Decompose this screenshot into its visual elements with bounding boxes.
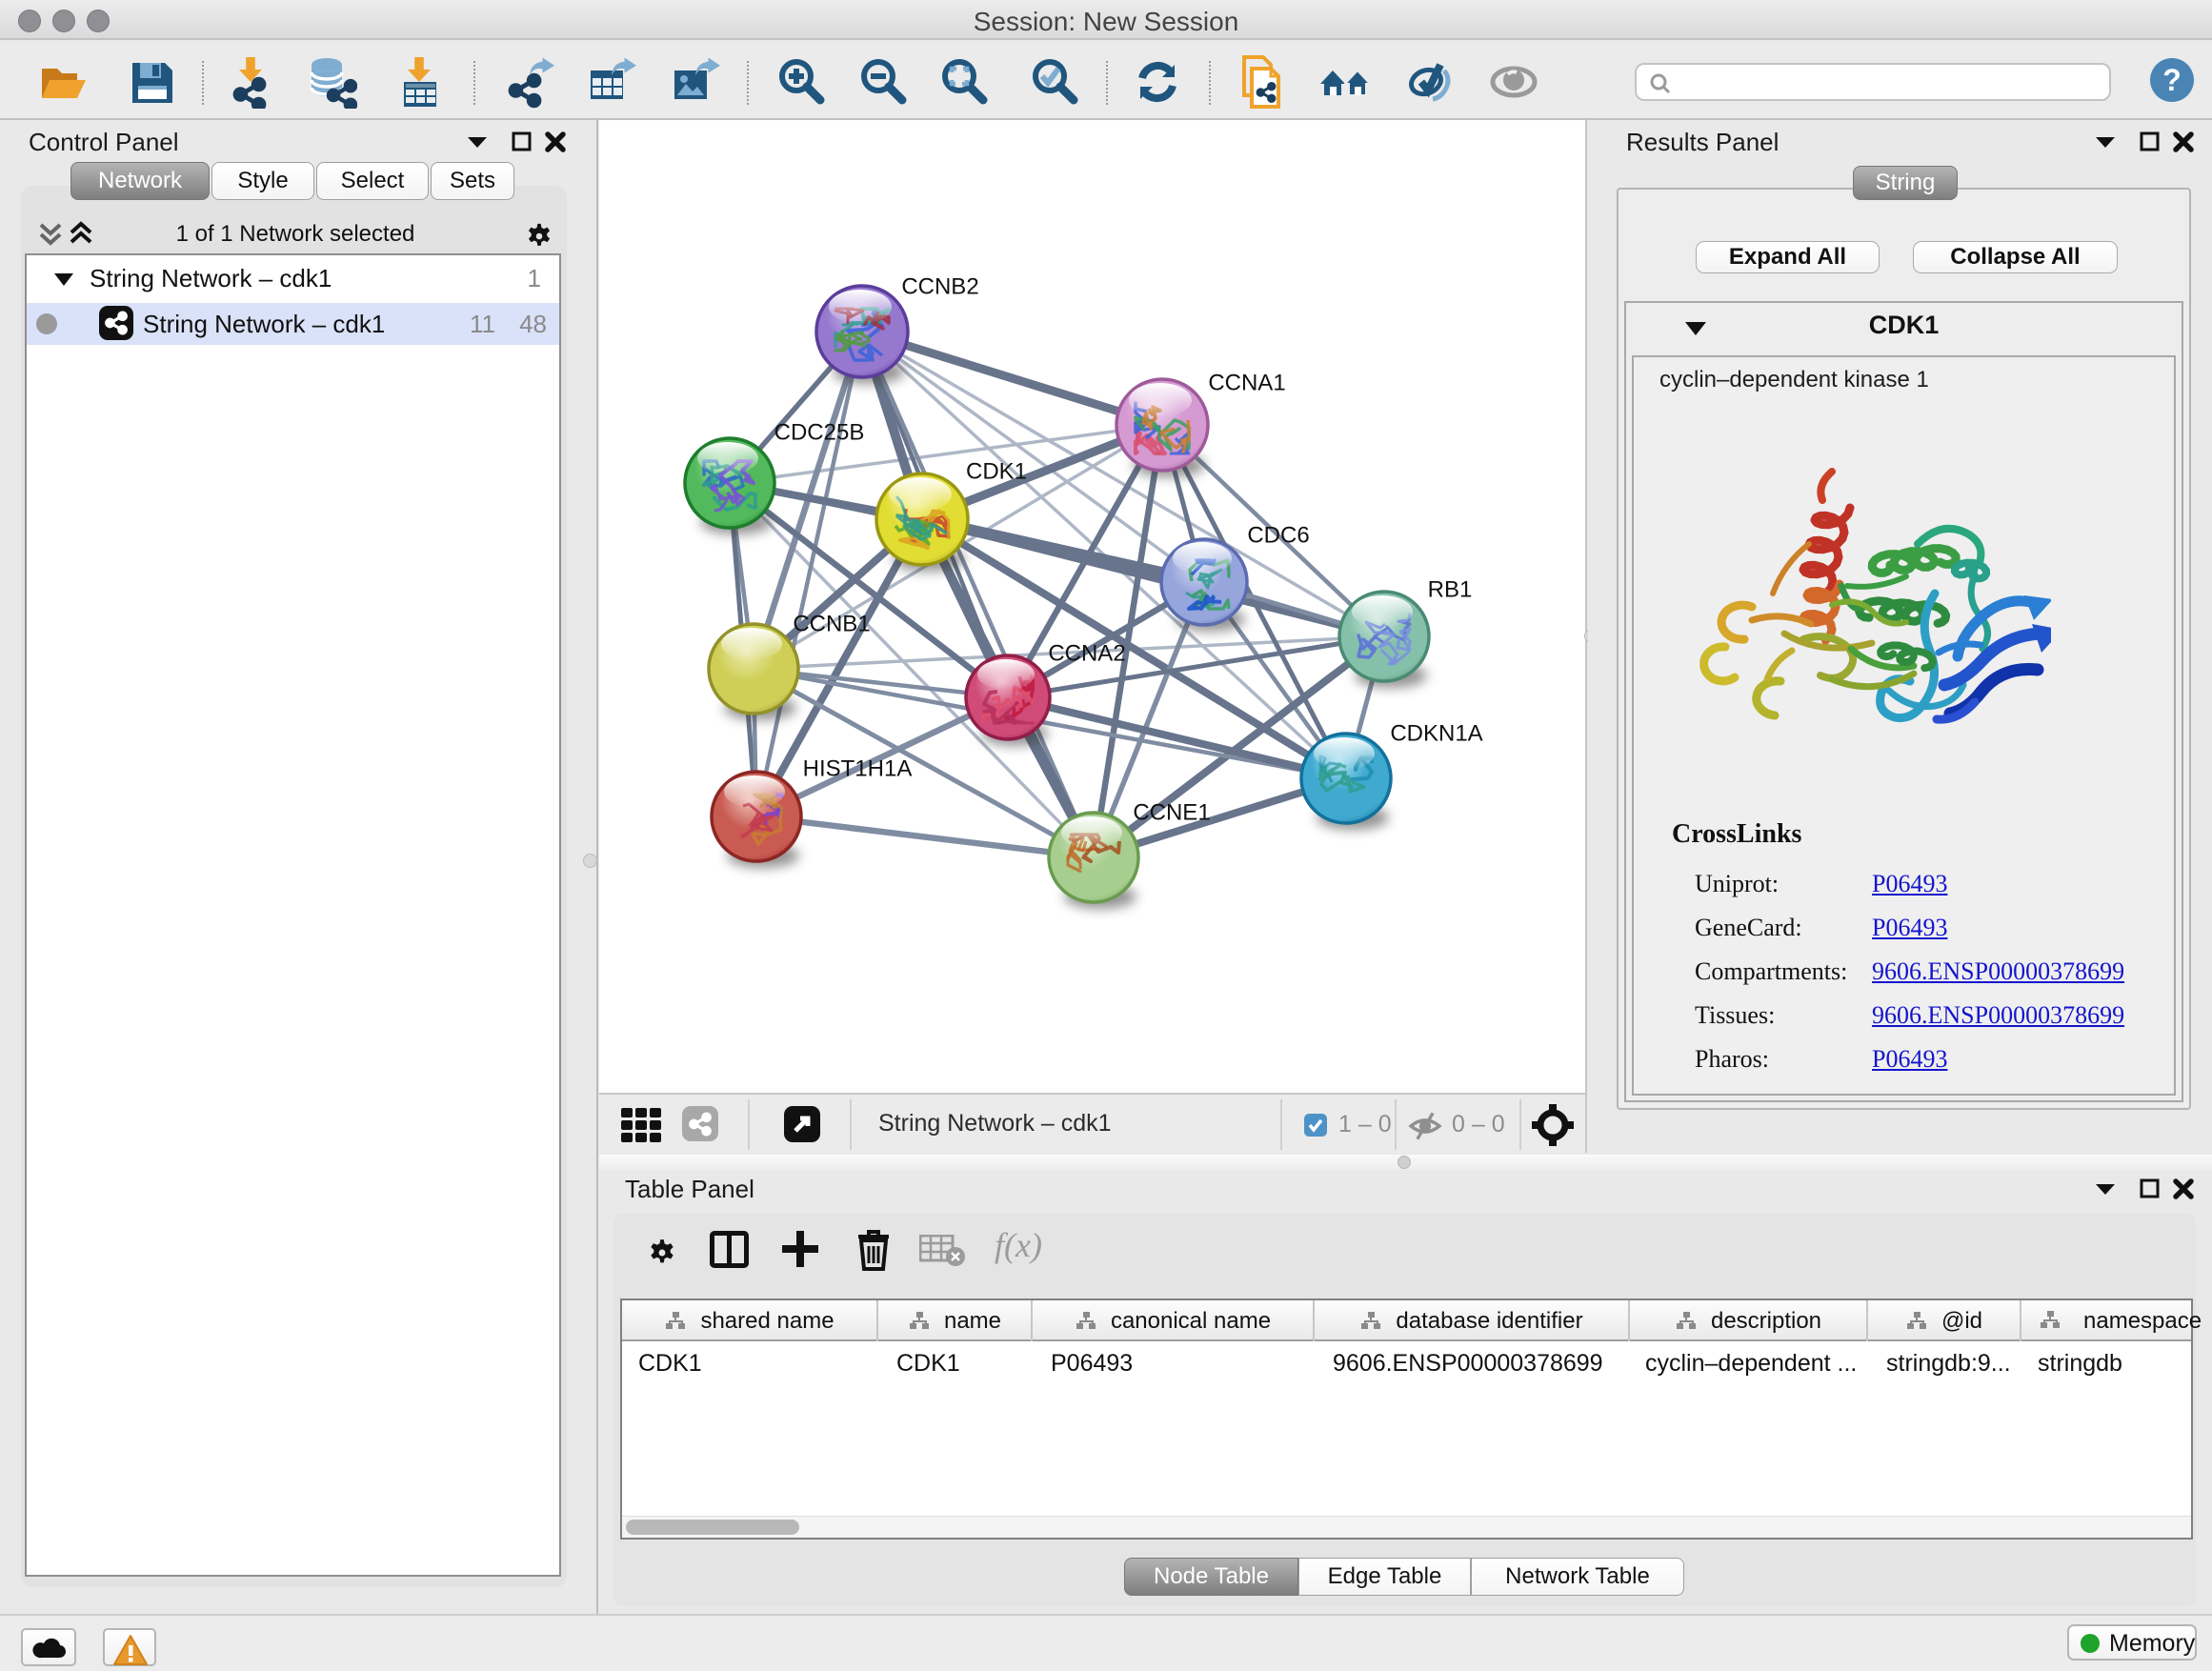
svg-text:CDC6: CDC6: [1247, 523, 1309, 549]
svg-text:CDK1: CDK1: [966, 459, 1027, 485]
svg-text:CCNE1: CCNE1: [1133, 800, 1210, 826]
svg-text:RB1: RB1: [1428, 577, 1473, 603]
svg-text:CCNA1: CCNA1: [1208, 371, 1285, 396]
svg-text:CDC25B: CDC25B: [774, 420, 865, 446]
svg-text:CCNA2: CCNA2: [1048, 641, 1125, 667]
svg-text:CCNB2: CCNB2: [901, 274, 978, 300]
svg-text:CDKN1A: CDKN1A: [1390, 721, 1482, 747]
svg-text:HIST1H1A: HIST1H1A: [803, 756, 913, 782]
svg-text:CCNB1: CCNB1: [793, 612, 870, 637]
